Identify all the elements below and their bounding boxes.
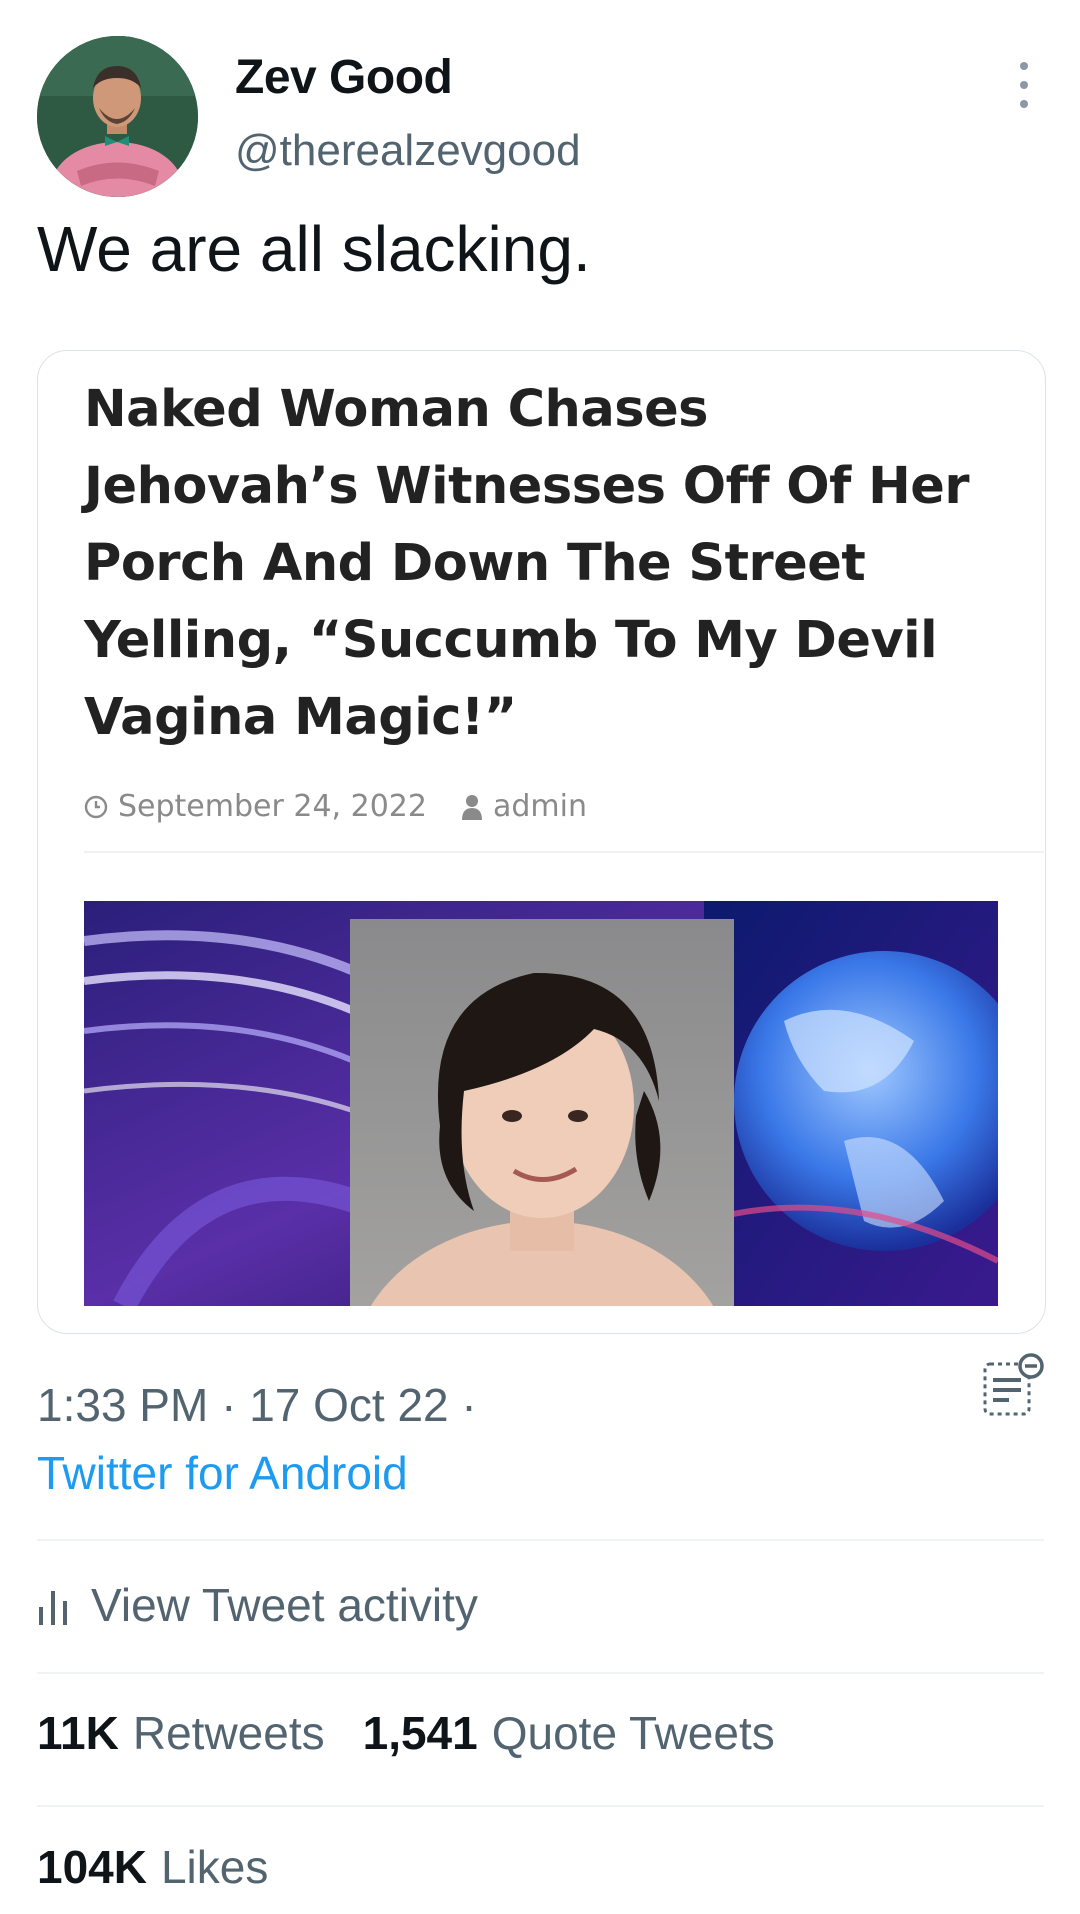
retweets-count: 11K bbox=[37, 1707, 119, 1759]
retweets-stat[interactable]: 11K Retweets bbox=[37, 1706, 325, 1760]
avatar-image bbox=[37, 36, 198, 197]
quote-tweets-count: 1,541 bbox=[362, 1707, 478, 1759]
article-meta: September 24, 2022 admin bbox=[84, 789, 587, 824]
retweets-label: Retweets bbox=[132, 1707, 325, 1759]
headline-line: Vagina Magic!” bbox=[84, 688, 517, 747]
more-vertical-icon bbox=[1020, 62, 1028, 70]
tweet-media-card[interactable]: Naked Woman Chases Jehovah’s Witnesses O… bbox=[37, 350, 1046, 1334]
article-date: September 24, 2022 bbox=[118, 789, 427, 824]
likes-stat[interactable]: 104K Likes bbox=[37, 1840, 268, 1894]
divider bbox=[37, 1539, 1044, 1541]
article-author: admin bbox=[492, 789, 587, 824]
tweet-timestamp: 1:33 PM · 17 Oct 22 · bbox=[37, 1379, 477, 1431]
more-options-button[interactable] bbox=[1008, 62, 1040, 108]
headline-line: Naked Woman Chases bbox=[84, 380, 709, 439]
display-name[interactable]: Zev Good bbox=[235, 50, 453, 105]
engagement-stats: 11K Retweets 1,541 Quote Tweets bbox=[37, 1706, 813, 1760]
divider bbox=[37, 1805, 1044, 1807]
news-background-image bbox=[84, 901, 998, 1306]
tweet-text: We are all slacking. bbox=[37, 213, 591, 285]
quote-tweets-stat[interactable]: 1,541 Quote Tweets bbox=[363, 1706, 775, 1760]
user-icon bbox=[461, 794, 482, 820]
divider bbox=[37, 1672, 1044, 1674]
tweet-source-link[interactable]: Twitter for Android bbox=[37, 1446, 408, 1500]
likes-label: Likes bbox=[160, 1841, 269, 1893]
headline-line: Yelling, “Succumb To My Devil bbox=[84, 611, 938, 670]
view-tweet-activity-button[interactable]: View Tweet activity bbox=[37, 1570, 478, 1640]
headline-line: Porch And Down The Street bbox=[84, 534, 866, 593]
user-handle[interactable]: @therealzevgood bbox=[235, 126, 581, 176]
clock-icon bbox=[84, 795, 108, 818]
article-headline: Naked Woman Chases Jehovah’s Witnesses O… bbox=[84, 371, 1024, 756]
hide-reply-icon bbox=[983, 1353, 1044, 1416]
avatar[interactable] bbox=[37, 36, 198, 197]
headline-line: Jehovah’s Witnesses Off Of Her bbox=[84, 457, 970, 516]
bar-chart-icon bbox=[39, 1591, 67, 1625]
article-photo bbox=[84, 901, 998, 1306]
hide-reply-button[interactable] bbox=[975, 1352, 1047, 1424]
likes-count: 104K bbox=[37, 1841, 147, 1893]
quote-tweets-label: Quote Tweets bbox=[491, 1707, 775, 1759]
divider bbox=[84, 851, 1044, 853]
view-tweet-activity-label: View Tweet activity bbox=[91, 1579, 478, 1631]
